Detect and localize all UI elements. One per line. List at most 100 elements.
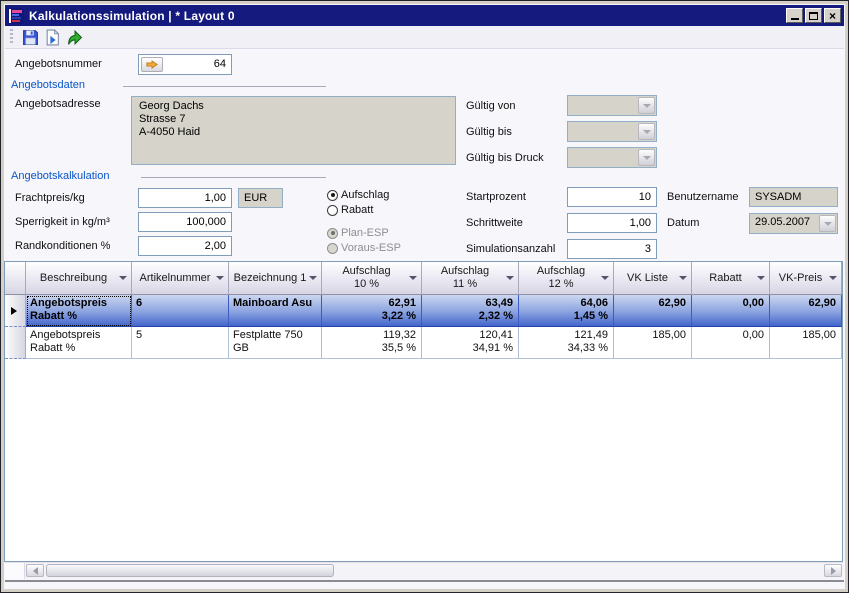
cell-beschreibung[interactable]: Angebotspreis Rabatt % (26, 295, 132, 327)
column-header-aufschlag12[interactable]: Aufschlag 12 % (519, 262, 614, 295)
simulationsanzahl-field[interactable]: 3 (567, 239, 657, 259)
sperrigkeit-value: 100,000 (186, 216, 226, 228)
column-header-aufschlag10[interactable]: Aufschlag 10 % (322, 262, 422, 295)
cell-vk-preis[interactable]: 185,00 (770, 327, 842, 359)
radio-button-icon (327, 243, 338, 254)
close-icon: × (829, 11, 836, 21)
schrittweite-field[interactable]: 1,00 (567, 213, 657, 233)
randkonditionen-field[interactable]: 2,00 (138, 236, 232, 256)
startprozent-label: Startprozent (466, 191, 526, 203)
column-dropdown-icon[interactable] (216, 276, 224, 280)
benutzername-field: SYSADM (749, 187, 838, 207)
cell-vk-liste[interactable]: 62,90 (614, 295, 692, 327)
grid-header-row: Beschreibung Artikelnummer Bezeichnung 1… (5, 262, 842, 295)
column-header-aufschlag11[interactable]: Aufschlag 11 % (422, 262, 519, 295)
chevron-down-icon (643, 104, 651, 108)
column-header-vk-preis[interactable]: VK-Preis (770, 262, 842, 295)
gueltig-bis-druck-field[interactable] (567, 147, 657, 168)
column-header-vk-liste[interactable]: VK Liste (614, 262, 692, 295)
window-title: Kalkulationssimulation | * Layout 0 (29, 9, 784, 23)
datum-value: 29.05.2007 (755, 216, 810, 228)
scroll-right-button[interactable] (824, 564, 842, 577)
table-row[interactable]: Angebotspreis Rabatt % 6 Mainboard Asu 6… (5, 295, 842, 327)
cell-rabatt[interactable]: 0,00 (692, 295, 770, 327)
simulationsanzahl-label: Simulationsanzahl (466, 243, 555, 255)
cell-artikelnummer[interactable]: 5 (132, 327, 229, 359)
maximize-button[interactable] (805, 8, 822, 23)
column-dropdown-icon[interactable] (829, 276, 837, 280)
cell-vk-liste[interactable]: 185,00 (614, 327, 692, 359)
radio-aufschlag[interactable]: Aufschlag (327, 189, 389, 201)
frachtpreis-value: 1,00 (205, 192, 226, 204)
cell-aufschlag12[interactable]: 64,06 1,45 % (519, 295, 614, 327)
column-header-artikelnummer[interactable]: Artikelnummer (132, 262, 229, 295)
toolbar-grip[interactable] (10, 29, 13, 45)
horizontal-scrollbar[interactable] (5, 562, 843, 579)
column-header-bezeichnung1[interactable]: Bezeichnung 1 (229, 262, 322, 295)
column-header-rabatt[interactable]: Rabatt (692, 262, 770, 295)
radio-plan-esp: Plan-ESP (327, 227, 389, 239)
radio-aufschlag-label: Aufschlag (341, 189, 389, 201)
gueltig-bis-label: Gültig bis (466, 126, 512, 138)
indicator-header (5, 262, 26, 295)
cell-aufschlag11[interactable]: 120,41 34,91 % (422, 327, 519, 359)
cell-vk-preis[interactable]: 62,90 (770, 295, 842, 327)
gueltig-bis-field[interactable] (567, 121, 657, 142)
table-row[interactable]: Angebotspreis Rabatt % 5 Festplatte 750 … (5, 327, 842, 359)
sperrigkeit-field[interactable]: 100,000 (138, 212, 232, 232)
gueltig-bis-dropdown-button[interactable] (638, 123, 655, 140)
save-icon (22, 29, 39, 46)
column-dropdown-icon[interactable] (757, 276, 765, 280)
scroll-left-button[interactable] (26, 564, 44, 577)
column-dropdown-icon[interactable] (309, 276, 317, 280)
column-dropdown-icon[interactable] (679, 276, 687, 280)
datum-field[interactable]: 29.05.2007 (749, 213, 838, 234)
preview-button[interactable] (41, 27, 63, 47)
gueltig-von-dropdown-button[interactable] (638, 97, 655, 114)
maximize-icon (809, 12, 818, 20)
angebotsadresse-field[interactable]: Georg Dachs Strasse 7 A-4050 Haid (131, 96, 456, 165)
column-dropdown-icon[interactable] (119, 276, 127, 280)
cell-aufschlag10[interactable]: 119,32 35,5 % (322, 327, 422, 359)
sperrigkeit-label: Sperrigkeit in kg/m³ (15, 216, 110, 228)
radio-voraus-esp-label: Voraus-ESP (341, 242, 401, 254)
close-button[interactable]: × (824, 8, 841, 23)
scrollbar-thumb[interactable] (46, 564, 334, 577)
save-button[interactable] (19, 27, 41, 47)
chevron-down-icon (824, 222, 832, 226)
cell-bezeichnung1[interactable]: Festplatte 750 GB (229, 327, 322, 359)
cell-bezeichnung1[interactable]: Mainboard Asu (229, 295, 322, 327)
frachtpreis-field[interactable]: 1,00 (138, 188, 232, 208)
column-dropdown-icon[interactable] (409, 276, 417, 280)
column-header-beschreibung[interactable]: Beschreibung (26, 262, 132, 295)
run-button[interactable] (63, 27, 85, 47)
gueltig-von-label: Gültig von (466, 100, 516, 112)
simulation-grid: Beschreibung Artikelnummer Bezeichnung 1… (4, 261, 843, 562)
currency-field: EUR (238, 188, 283, 208)
datum-dropdown-button[interactable] (819, 215, 836, 232)
startprozent-field[interactable]: 10 (567, 187, 657, 207)
chevron-down-icon (643, 156, 651, 160)
app-logo-icon (8, 8, 24, 24)
goto-offer-button[interactable] (141, 57, 163, 72)
column-dropdown-icon[interactable] (506, 276, 514, 280)
cell-rabatt[interactable]: 0,00 (692, 327, 770, 359)
minimize-button[interactable] (786, 8, 803, 23)
angebotsnummer-value: 64 (214, 58, 226, 70)
gueltig-bis-druck-dropdown-button[interactable] (638, 149, 655, 166)
angebotsnummer-field[interactable]: 64 (138, 54, 232, 75)
cell-beschreibung[interactable]: Angebotspreis Rabatt % (26, 327, 132, 359)
cell-aufschlag12[interactable]: 121,49 34,33 % (519, 327, 614, 359)
radio-rabatt[interactable]: Rabatt (327, 204, 373, 216)
cell-aufschlag11[interactable]: 63,49 2,32 % (422, 295, 519, 327)
randkonditionen-label: Randkonditionen % (15, 240, 110, 252)
scrollbar-corner (5, 563, 25, 579)
simulationsanzahl-value: 3 (645, 243, 651, 255)
cell-aufschlag10[interactable]: 62,91 3,22 % (322, 295, 422, 327)
section-angebotskalkulation: Angebotskalkulation (11, 170, 109, 182)
cell-artikelnummer[interactable]: 6 (132, 295, 229, 327)
schrittweite-label: Schrittweite (466, 217, 523, 229)
randkonditionen-value: 2,00 (205, 240, 226, 252)
gueltig-von-field[interactable] (567, 95, 657, 116)
column-dropdown-icon[interactable] (601, 276, 609, 280)
